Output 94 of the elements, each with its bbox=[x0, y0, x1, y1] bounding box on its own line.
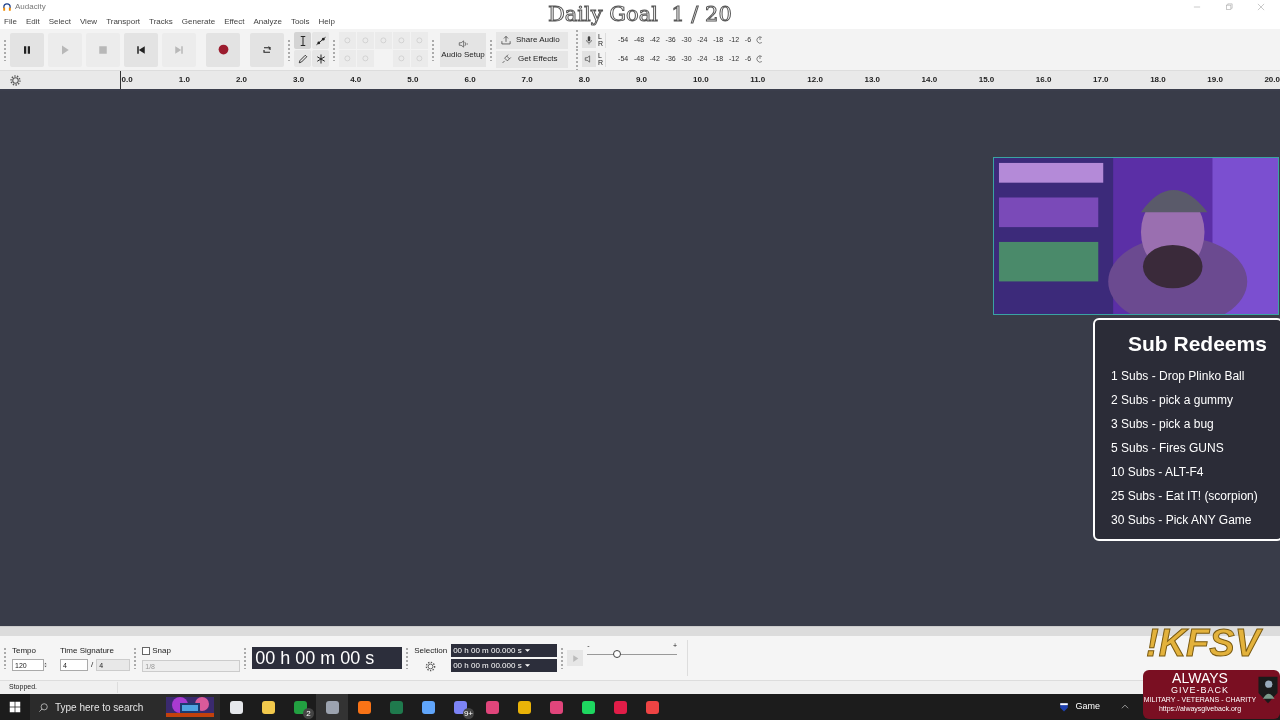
slash-separator: / bbox=[91, 659, 94, 671]
snap-label: Snap bbox=[152, 644, 171, 657]
ruler-label: 11.0 bbox=[749, 74, 767, 86]
ruler-label: 2.0 bbox=[234, 74, 248, 86]
windows-start-icon[interactable] bbox=[9, 701, 21, 713]
menu-item[interactable]: View bbox=[79, 15, 98, 28]
get-effects-button[interactable]: Get Effects bbox=[496, 50, 568, 68]
pause-icon bbox=[21, 43, 33, 56]
redeem-item: 10 Subs - ALT-F4 bbox=[1111, 463, 1205, 481]
pause-button[interactable] bbox=[10, 32, 44, 67]
menu-item[interactable]: File bbox=[4, 15, 17, 28]
window-title: Audacity bbox=[15, 1, 46, 13]
ruler-label: 9.0 bbox=[634, 74, 648, 86]
upload-icon bbox=[500, 34, 512, 46]
microphone-icon bbox=[584, 34, 594, 46]
redeem-item: 30 Subs - Pick ANY Game bbox=[1111, 511, 1253, 529]
redeem-item: 25 Subs - Eat IT! (scorpion) bbox=[1111, 487, 1259, 505]
notification-badge: 2 bbox=[303, 708, 314, 719]
menu-item[interactable]: Help bbox=[318, 15, 336, 28]
search-icon bbox=[38, 701, 49, 713]
ruler-label: 10.0 bbox=[692, 74, 710, 86]
menu-item[interactable]: Edit bbox=[25, 15, 40, 28]
menu-item[interactable]: Transport bbox=[106, 15, 141, 28]
speaker-icon bbox=[456, 38, 470, 49]
chevron-up-icon[interactable] bbox=[1120, 702, 1130, 712]
taskbar-app-button[interactable]: 9+ bbox=[444, 694, 476, 720]
ruler-label: 6.0 bbox=[463, 74, 477, 86]
menu-item[interactable]: Effect bbox=[224, 15, 245, 28]
menu-item[interactable]: Analyze bbox=[253, 15, 282, 28]
settings-icon[interactable] bbox=[10, 74, 21, 86]
taskbar-app-button[interactable]: 2 bbox=[284, 694, 316, 720]
redeem-item: 3 Subs - pick a bug bbox=[1111, 415, 1215, 433]
slider-thumb[interactable] bbox=[612, 650, 621, 658]
play-icon bbox=[570, 653, 580, 663]
badge-title: ALWAYS bbox=[1172, 671, 1228, 685]
ruler-label: 15.0 bbox=[977, 74, 996, 86]
zoom-toggle-button[interactable] bbox=[411, 32, 428, 49]
redeem-item: 2 Subs - pick a gummy bbox=[1111, 391, 1235, 409]
multi-tool-button[interactable] bbox=[312, 50, 329, 67]
select-tool-button[interactable] bbox=[294, 32, 311, 49]
stop-icon bbox=[97, 43, 109, 56]
envelope-tool-button[interactable] bbox=[312, 32, 329, 49]
time-display[interactable]: 00 h 00 m 00 s bbox=[252, 647, 403, 669]
soldier-drawing bbox=[1257, 675, 1279, 705]
share-audio-button[interactable]: Share Audio bbox=[496, 31, 568, 49]
ruler-label: 18.0 bbox=[1149, 74, 1167, 86]
ruler-label: 3.0 bbox=[292, 74, 306, 86]
notification-badge: 9+ bbox=[462, 708, 474, 719]
ruler-label: 19.0 bbox=[1206, 74, 1224, 86]
play-icon bbox=[59, 43, 71, 56]
goal-overlay-text: Daily Goal 1 / 20 bbox=[548, 2, 732, 26]
audio-setup-button[interactable]: Audio Setup bbox=[440, 32, 486, 67]
selection-start-field[interactable]: 00 h 00 m 00.000 s bbox=[451, 644, 558, 657]
snap-checkbox[interactable] bbox=[142, 646, 151, 655]
ruler-label: 14.0 bbox=[920, 74, 939, 86]
redeem-item: 1 Subs - Drop Plinko Ball bbox=[1111, 367, 1246, 385]
pencil-icon bbox=[296, 52, 309, 65]
ruler-label: 16.0 bbox=[1034, 74, 1053, 86]
ruler-label: 5.0 bbox=[406, 74, 420, 86]
app-logo-icon bbox=[2, 2, 12, 12]
tray-label: Game bbox=[1075, 700, 1100, 714]
envelope-icon bbox=[314, 34, 327, 47]
menu-item[interactable]: Tracks bbox=[149, 15, 173, 28]
asterisk-icon bbox=[314, 52, 327, 65]
loop-icon bbox=[261, 43, 273, 56]
skip-start-button[interactable] bbox=[124, 32, 158, 67]
ruler-label: 20.0 bbox=[1263, 74, 1280, 86]
ruler-label: 7.0 bbox=[520, 74, 534, 86]
time-signature-label: Time Signature bbox=[60, 645, 115, 657]
speed-slider-track[interactable] bbox=[587, 650, 678, 658]
skip-start-icon bbox=[135, 43, 147, 56]
record-button[interactable] bbox=[206, 32, 240, 67]
skip-end-icon bbox=[173, 43, 185, 56]
tempo-label: Tempo bbox=[12, 645, 37, 657]
ruler-label: 8.0 bbox=[577, 74, 591, 86]
ruler-label: 1.0 bbox=[177, 74, 191, 86]
ruler-label: 4.0 bbox=[349, 74, 363, 86]
menu-item[interactable]: Tools bbox=[290, 15, 310, 28]
ruler-label: 12.0 bbox=[806, 74, 824, 86]
taskbar-search-field[interactable]: Type here to search bbox=[30, 694, 220, 720]
selection-label: Selection bbox=[414, 644, 448, 657]
ruler-label: 17.0 bbox=[1092, 74, 1110, 86]
panel-title: Sub Redeems bbox=[1128, 331, 1267, 357]
ruler-label: 13.0 bbox=[863, 74, 881, 86]
ruler-label: 0.0 bbox=[120, 74, 134, 86]
settings-icon[interactable] bbox=[425, 660, 437, 672]
plug-icon bbox=[500, 53, 512, 65]
redeem-item: 5 Subs - Fires GUNS bbox=[1111, 439, 1225, 457]
badge-subtitle: GIVE-BACK bbox=[1171, 685, 1229, 695]
menu-item[interactable]: Generate bbox=[181, 15, 216, 28]
selection-end-field[interactable]: 00 h 00 m 00.000 s bbox=[451, 659, 558, 672]
record-icon bbox=[216, 43, 230, 56]
menu-item[interactable]: Select bbox=[48, 15, 71, 28]
shield-icon bbox=[1059, 701, 1070, 713]
